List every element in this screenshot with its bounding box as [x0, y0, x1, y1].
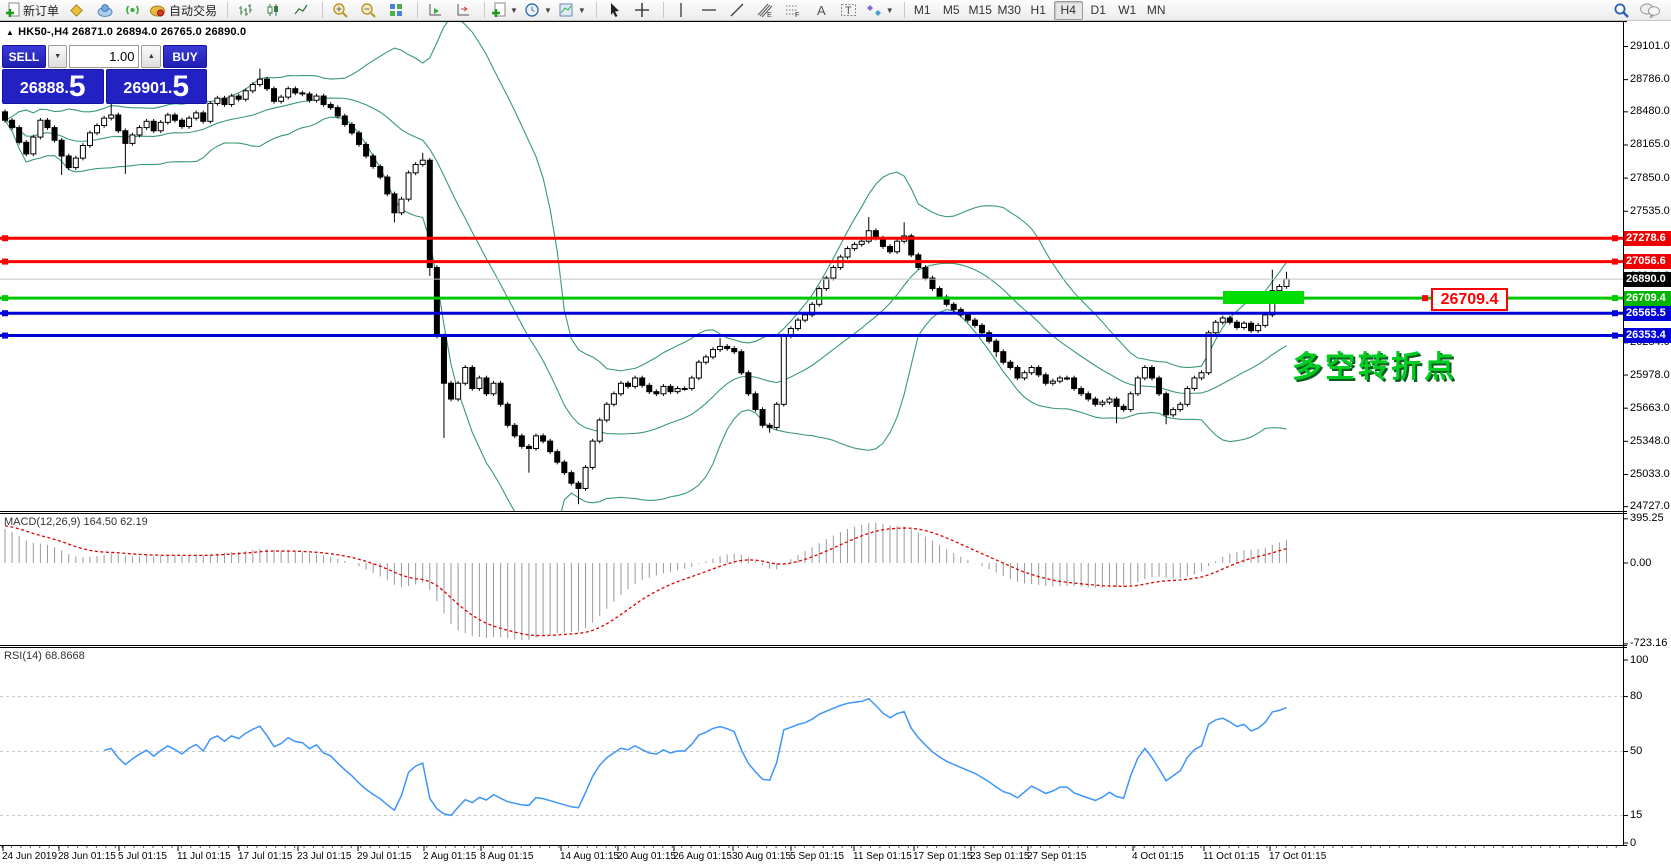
date-axis-label: 11 Sep 01:15 — [853, 851, 912, 862]
price-axis-label: 25978.0 — [1630, 368, 1670, 381]
rsi-line — [103, 697, 1287, 817]
price-callout-box[interactable]: 26709.4 — [1431, 288, 1508, 311]
volume-decrease-button[interactable]: ▼ — [47, 45, 68, 68]
symbol-info: ▲ HK50-,H4 26871.0 26894.0 26765.0 26890.… — [6, 26, 247, 38]
buy-price-display[interactable]: 26901. 5 — [105, 69, 207, 104]
bollinger-middle-band — [4, 97, 1287, 435]
date-axis-label: 23 Sep 01:15 — [970, 851, 1030, 862]
rsi-axis-label: 15 — [1630, 809, 1643, 822]
one-click-trading-panel: SELL ▼ ▲ BUY 26888.5 26901.5 — [2, 45, 207, 104]
date-axis-label: 24 Jun 2019 — [2, 851, 58, 862]
macd-axis-label: 395.25 — [1630, 512, 1664, 525]
macd-signal-line — [4, 525, 1287, 637]
rsi-axis-label: 50 — [1630, 745, 1643, 757]
rsi-axis-label: 100 — [1630, 653, 1649, 666]
date-axis-label: 11 Jul 01:15 — [177, 851, 231, 862]
macd-axis-label: -723.16 — [1630, 637, 1668, 650]
macd-axis-label: 0.00 — [1630, 556, 1652, 569]
macd-indicator-label: MACD(12,26,9) 164.50 62.19 — [4, 516, 148, 528]
price-axis-label: 25033.0 — [1630, 467, 1670, 480]
price-tag-26890.0: 26890.0 — [1624, 271, 1671, 287]
highlight-rectangle[interactable] — [1223, 291, 1304, 304]
price-tag-26709.4: 26709.4 — [1624, 290, 1671, 306]
price-tag-26565.5: 26565.5 — [1624, 305, 1671, 321]
date-axis-label: 17 Jul 01:15 — [238, 851, 293, 862]
macd-pane — [4, 522, 1287, 641]
chart-annotation-text[interactable]: 多空转折点 — [1292, 342, 1457, 386]
price-axis-label: 25348.0 — [1630, 434, 1670, 447]
date-axis-label: 4 Oct 01:15 — [1132, 851, 1184, 862]
price-axis-label: 29101.0 — [1630, 40, 1670, 52]
date-axis-label: 11 Oct 01:15 — [1203, 851, 1260, 862]
price-axis-label: 28786.0 — [1630, 73, 1670, 86]
rsi-axis-label: 0 — [1630, 836, 1637, 849]
date-axis-label: 20 Aug 01:15 — [617, 851, 676, 862]
sell-price-display[interactable]: 26888. 5 — [2, 69, 104, 104]
rsi-indicator-label: RSI(14) 68.8668 — [4, 650, 85, 662]
volume-increase-button[interactable]: ▲ — [141, 45, 162, 68]
buy-button[interactable]: BUY — [163, 45, 207, 68]
price-tag-26353.4: 26353.4 — [1624, 328, 1671, 344]
date-axis-label: 27 Sep 01:15 — [1027, 851, 1087, 862]
price-axis-label: 28165.0 — [1630, 138, 1670, 151]
date-axis-label: 17 Oct 01:15 — [1269, 851, 1327, 862]
price-axis-label: 27535.0 — [1630, 204, 1670, 217]
date-axis-label: 2 Aug 01:15 — [423, 851, 477, 862]
price-axis-label: 25663.0 — [1630, 401, 1670, 414]
price-axis-label: 27850.0 — [1630, 171, 1670, 184]
bollinger-lower-band — [4, 116, 1287, 511]
date-axis-label: 30 Aug 01:15 — [732, 851, 791, 862]
date-axis-label: 23 Jul 01:15 — [297, 851, 352, 862]
date-axis-label: 5 Sep 01:15 — [790, 851, 844, 862]
price-axis-label: 28480.0 — [1630, 105, 1670, 118]
date-axis-label: 29 Jul 01:15 — [357, 851, 412, 862]
candles-group — [2, 68, 1290, 505]
date-axis-label: 14 Aug 01:15 — [560, 851, 619, 862]
date-axis-label: 5 Jul 01:15 — [118, 851, 167, 862]
date-axis-label: 28 Jun 01:15 — [58, 851, 116, 862]
mt4-terminal: 新订单 自动交易 ▼ ▼ ▼ E F A T ▼ M1 M5 M15 M30 H… — [0, 0, 1671, 865]
price-axis-label: 24727.0 — [1630, 500, 1670, 513]
volume-input[interactable] — [69, 45, 140, 68]
sell-button[interactable]: SELL — [2, 45, 46, 68]
date-axis-label: 26 Aug 01:15 — [673, 851, 732, 862]
chart-canvas[interactable] — [0, 0, 1671, 865]
date-axis-label: 8 Aug 01:15 — [480, 851, 534, 862]
price-tag-27056.6: 27056.6 — [1624, 254, 1671, 270]
collapse-panel-icon[interactable]: ▲ — [6, 28, 14, 37]
rsi-axis-label: 80 — [1630, 690, 1643, 703]
date-axis-label: 17 Sep 01:15 — [913, 851, 973, 862]
price-tag-27278.6: 27278.6 — [1624, 230, 1671, 246]
